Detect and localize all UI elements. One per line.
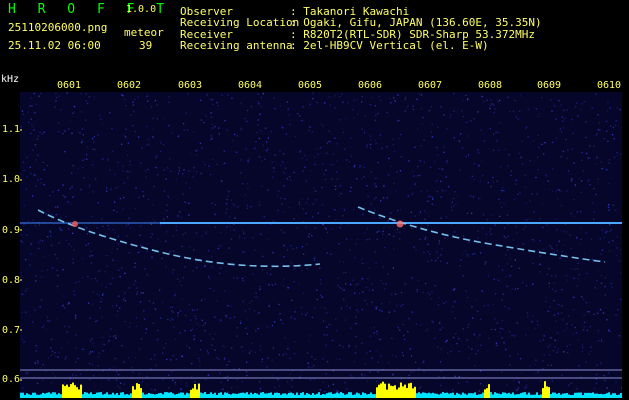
meteor-label: meteor (124, 26, 164, 39)
app-version: 1.0.0 (126, 4, 157, 15)
spectrogram-window: H R O F F T 1.0.0 25110206000.png 25.11.… (0, 0, 629, 400)
x-tick: 0603 (178, 80, 203, 91)
antenna-value: : 2el-HB9CV Vertical (el. E-W) (290, 39, 489, 52)
x-tick: 0601 (57, 80, 82, 91)
y-tick: 0.9 (2, 225, 21, 236)
x-tick: 0608 (478, 80, 503, 91)
x-tick: 0607 (418, 80, 443, 91)
antenna-label: Receiving antenna (180, 39, 293, 52)
unit-label: kHz (1, 74, 20, 85)
y-tick: 1.0 (2, 174, 21, 185)
file-name: 25110206000.png (8, 21, 108, 34)
x-tick: 0605 (298, 80, 323, 91)
x-tick: 0604 (238, 80, 263, 91)
date-time: 25.11.02 06:00 (8, 39, 101, 52)
y-tick: 0.6 (2, 374, 21, 385)
x-tick: 0610 (597, 80, 622, 91)
x-tick: 0609 (537, 80, 562, 91)
spectrogram-plot (20, 92, 622, 398)
plot-background (20, 92, 622, 398)
y-tick: 1.1 (2, 124, 21, 135)
meteor-head-1 (72, 221, 78, 227)
x-tick: 0602 (117, 80, 142, 91)
y-tick: 0.8 (2, 275, 21, 286)
meteor-count: 39 (139, 39, 153, 52)
meteor-head-2 (396, 220, 404, 228)
y-tick: 0.7 (2, 325, 21, 336)
x-tick: 0606 (358, 80, 383, 91)
